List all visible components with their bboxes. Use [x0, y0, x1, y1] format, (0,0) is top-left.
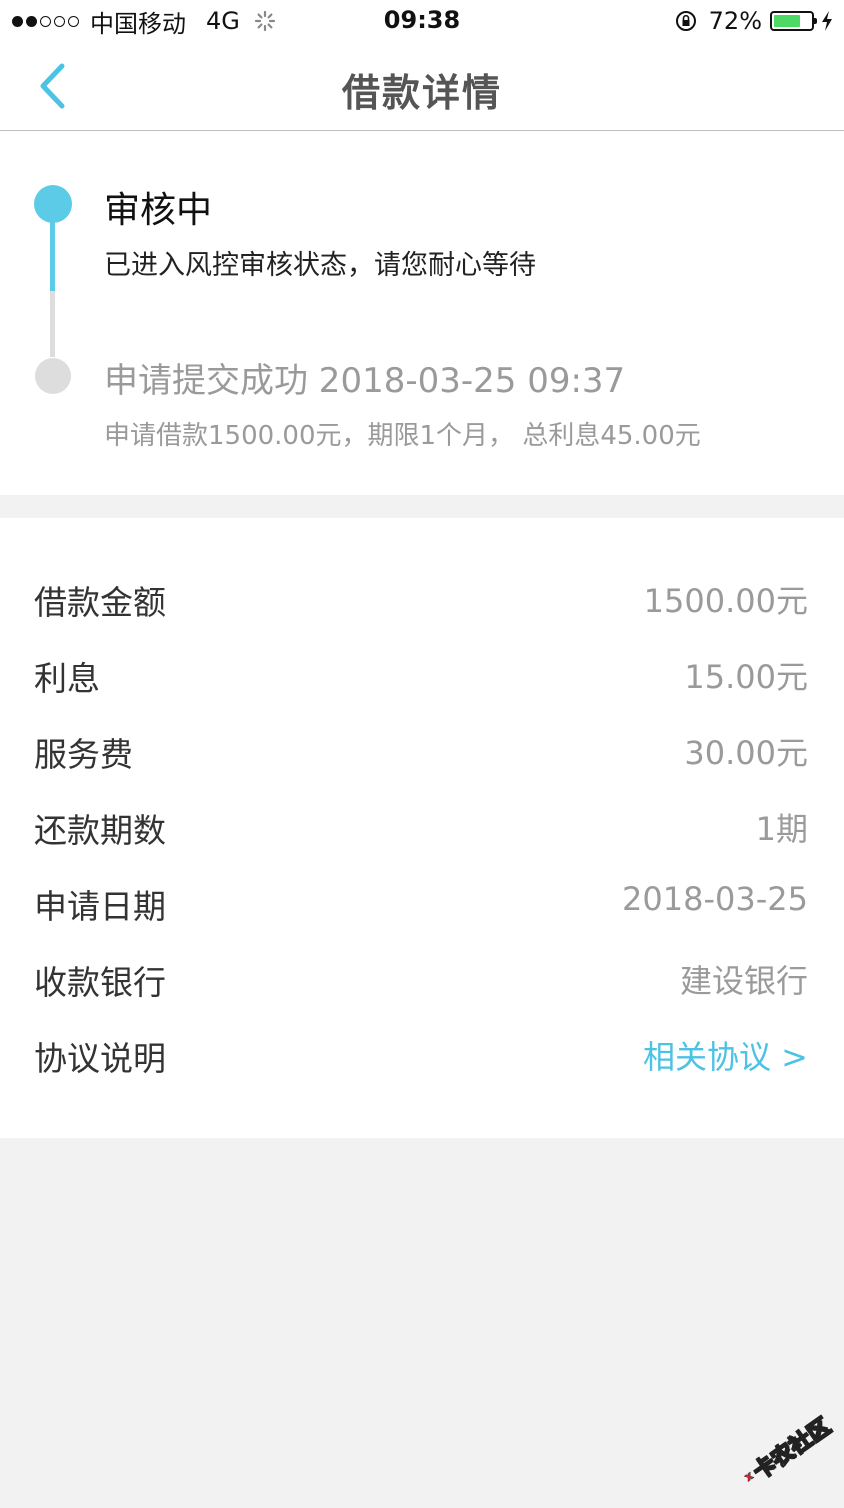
detail-label: 协议说明	[34, 1039, 166, 1078]
watermark-text: 卡农社区	[749, 1414, 836, 1486]
detail-value: 1500.00元	[643, 582, 808, 620]
detail-label: 借款金额	[34, 583, 166, 622]
timeline-step-desc: 申请借款1500.00元，期限1个月， 总利息45.00元	[104, 421, 701, 451]
detail-row-service-fee: 服务费 30.00元	[0, 716, 844, 792]
detail-value: 1期	[755, 810, 808, 848]
page-title: 借款详情	[341, 71, 502, 115]
status-right: 72%	[675, 6, 834, 36]
battery-percent: 72%	[708, 7, 762, 35]
detail-label: 服务费	[34, 735, 133, 774]
timeline-step-title: 审核中	[104, 190, 213, 231]
detail-label: 利息	[34, 659, 100, 698]
detail-row-bank: 收款银行 建设银行	[0, 944, 844, 1020]
progress-timeline: 审核中 已进入风控审核状态，请您耐心等待 申请提交成功 2018-03-25 0…	[0, 131, 844, 495]
detail-row-interest: 利息 15.00元	[0, 640, 844, 716]
battery-fill	[774, 15, 800, 27]
detail-value: 2018-03-25	[622, 880, 808, 918]
detail-value: 15.00元	[684, 658, 808, 696]
timeline-step-desc: 已进入风控审核状态，请您耐心等待	[104, 250, 536, 281]
orientation-lock-icon	[675, 11, 696, 31]
loan-details: 借款金额 1500.00元 利息 15.00元 服务费 30.00元 还款期数 …	[0, 518, 844, 1138]
detail-row-agreement: 协议说明 相关协议 >	[0, 1020, 844, 1096]
detail-label: 还款期数	[34, 811, 166, 850]
watermark-logo: 卡农社区	[725, 1394, 844, 1508]
battery-icon	[770, 11, 817, 31]
charging-bolt-icon	[822, 11, 832, 31]
timeline-step-title: 申请提交成功 2018-03-25 09:37	[104, 361, 626, 401]
detail-value: 建设银行	[679, 962, 808, 1000]
detail-value: 30.00元	[684, 734, 808, 772]
agreement-link[interactable]: 相关协议 >	[643, 1032, 808, 1078]
status-bar: 中国移动 4G 09:38 72%	[0, 0, 844, 42]
detail-label: 收款银行	[34, 963, 166, 1002]
nav-bar: 借款详情	[0, 42, 844, 131]
timeline-connector-done	[50, 291, 55, 357]
timeline-dot-active	[34, 185, 72, 223]
detail-label: 申请日期	[34, 887, 166, 926]
timeline-dot-done	[35, 358, 71, 394]
detail-row-amount: 借款金额 1500.00元	[0, 564, 844, 640]
detail-row-periods: 还款期数 1期	[0, 792, 844, 868]
detail-row-apply-date: 申请日期 2018-03-25	[0, 868, 844, 944]
